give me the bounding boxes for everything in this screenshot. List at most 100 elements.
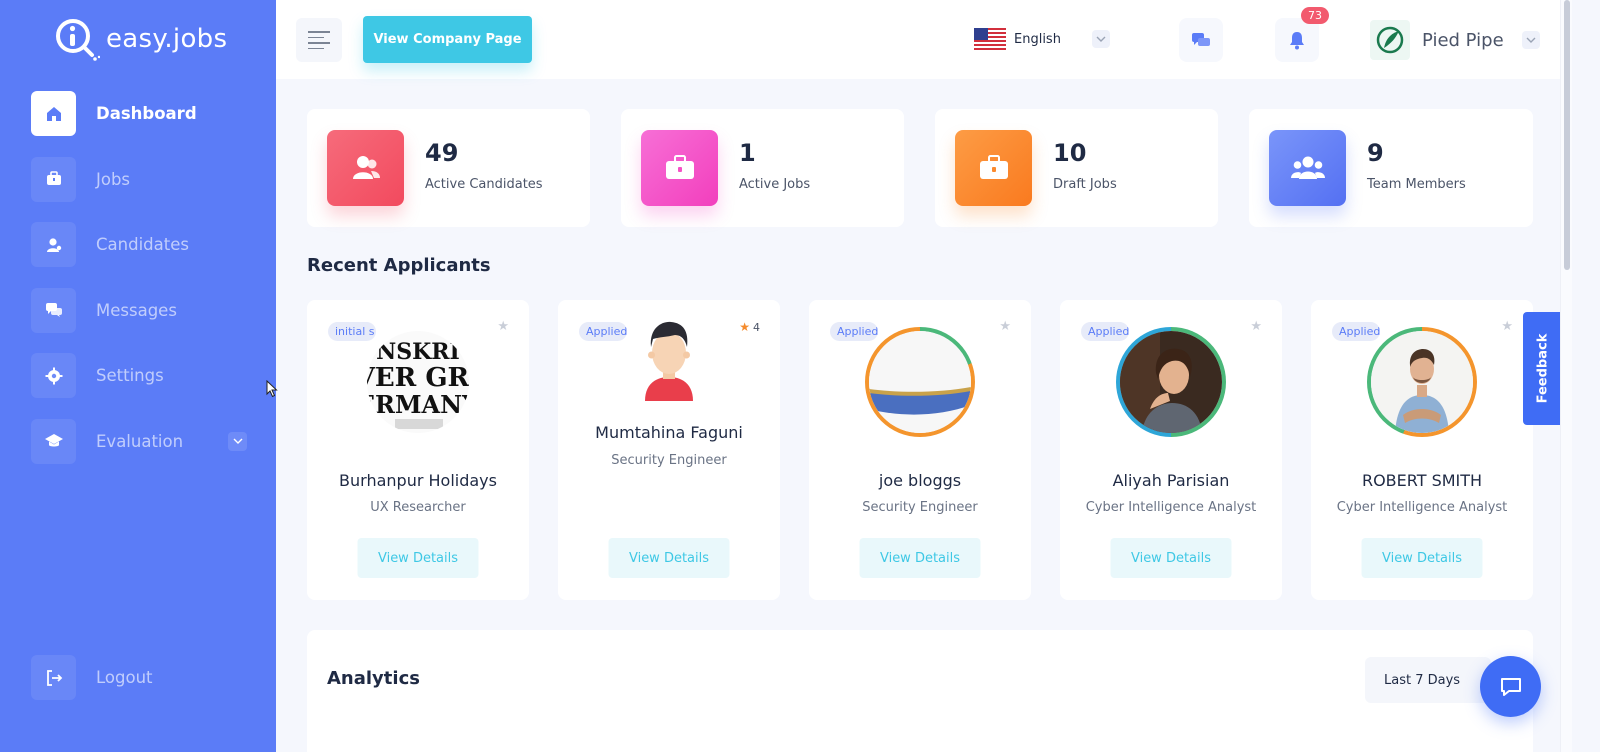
avatar	[1367, 327, 1477, 437]
top-bar: View Company Page English 73 Pied Pipe	[276, 0, 1566, 79]
applicant-card[interactable]: Applied ★ 4 Mumtahina Faguni Security Eng…	[558, 300, 780, 600]
view-details-button[interactable]: View Details	[357, 538, 479, 578]
language-select[interactable]: English	[966, 17, 1118, 61]
language-label: English	[1014, 31, 1061, 47]
us-flag-icon	[974, 28, 1006, 50]
feedback-tab[interactable]: Feedback	[1523, 312, 1562, 425]
stat-value: 10	[1053, 139, 1087, 167]
company-name: Pied Pipe	[1422, 29, 1504, 51]
period-select[interactable]: Last 7 Days	[1365, 657, 1491, 703]
graduation-cap-icon	[31, 418, 76, 464]
home-icon	[31, 91, 76, 136]
notifications-button[interactable]: 73	[1275, 7, 1329, 62]
rating: ★ 4	[739, 320, 760, 334]
briefcase-icon	[31, 156, 76, 202]
applicant-name[interactable]: Burhanpur Holidays	[307, 471, 529, 490]
star-icon: ★	[739, 320, 750, 334]
view-details-button[interactable]: View Details	[859, 538, 981, 578]
applicant-card[interactable]: Applied ★ joe bloggs Security Engineer V…	[809, 300, 1031, 600]
svg-text:NSKRI: NSKRI	[376, 339, 460, 365]
applicant-name[interactable]: Aliyah Parisian	[1060, 471, 1282, 490]
stat-card-active-jobs[interactable]: 1 Active Jobs	[621, 109, 904, 227]
feedback-label: Feedback	[1535, 333, 1551, 404]
sidebar-item-messages[interactable]: Messages	[31, 287, 247, 333]
company-logo-icon	[1370, 20, 1410, 60]
status-badge: Applied	[579, 322, 627, 341]
applicant-name[interactable]: Mumtahina Faguni	[558, 423, 780, 442]
stat-card-draft-jobs[interactable]: 10 Draft Jobs	[935, 109, 1218, 227]
avatar	[627, 314, 711, 404]
stat-label: Active Jobs	[739, 177, 811, 192]
recent-applicants-title: Recent Applicants	[307, 255, 491, 276]
logout-label: Logout	[96, 668, 153, 687]
avatar	[1116, 327, 1226, 437]
sidebar-item-label: Messages	[96, 300, 177, 320]
mouse-cursor-icon	[266, 379, 278, 402]
star-icon[interactable]: ★	[999, 319, 1011, 334]
svg-text:ERMANY: ERMANY	[367, 390, 469, 419]
brand-name: easy.jobs	[106, 24, 228, 54]
bell-icon	[1290, 32, 1304, 50]
view-company-page-button[interactable]: View Company Page	[363, 16, 532, 63]
view-details-button[interactable]: View Details	[608, 538, 730, 578]
status-badge: Applied	[1332, 322, 1380, 341]
stat-value: 9	[1367, 139, 1384, 167]
chat-bubble-icon	[1500, 677, 1521, 696]
applicant-card[interactable]: Applied ★ ROBERT SMITH Cyber Intelligenc…	[1311, 300, 1533, 600]
sidebar-item-label: Settings	[96, 366, 164, 385]
messages-button[interactable]	[1179, 18, 1223, 62]
applicant-name[interactable]: joe bloggs	[809, 471, 1031, 490]
scrollbar-thumb[interactable]	[1564, 0, 1570, 270]
sidebar-nav: Dashboard Jobs Candidates Messages Setti…	[31, 91, 247, 484]
stat-label: Draft Jobs	[1053, 177, 1117, 192]
star-icon[interactable]: ★	[1250, 319, 1262, 334]
star-icon[interactable]: ★	[497, 319, 509, 334]
applicant-role: Security Engineer	[611, 453, 727, 468]
view-details-button[interactable]: View Details	[1110, 538, 1232, 578]
star-icon[interactable]: ★	[1501, 319, 1513, 334]
applicant-name[interactable]: ROBERT SMITH	[1311, 471, 1533, 490]
svg-text:VER GRI: VER GRI	[367, 363, 469, 393]
gear-icon	[31, 353, 76, 398]
live-chat-button[interactable]	[1480, 656, 1541, 717]
avatar	[865, 327, 975, 437]
main-content: View Company Page English 73 Pied Pipe 4…	[276, 0, 1600, 752]
applicant-role: Cyber Intelligence Analyst	[1085, 500, 1257, 515]
applicant-card[interactable]: Applied ★ Aliyah Parisian Cyber Intellig…	[1060, 300, 1282, 600]
chevron-down-icon	[1092, 30, 1110, 48]
users-icon	[327, 130, 404, 206]
avatar: NSKRI VER GRI ERMANY	[363, 327, 473, 437]
chevron-down-icon[interactable]	[228, 431, 247, 451]
sidebar-item-candidates[interactable]: Candidates	[31, 222, 247, 267]
sidebar-item-label: Candidates	[96, 235, 189, 254]
applicant-card[interactable]: initial s ★ NSKRI VER GRI ERMANY Burhanp…	[307, 300, 529, 600]
logout-button[interactable]: Logout	[31, 655, 247, 700]
sidebar-item-settings[interactable]: Settings	[31, 353, 247, 398]
scrollbar[interactable]	[1560, 0, 1572, 752]
period-label: Last 7 Days	[1384, 672, 1461, 688]
status-badge: Applied	[830, 322, 878, 341]
view-details-button[interactable]: View Details	[1361, 538, 1483, 578]
company-switcher[interactable]: Pied Pipe	[1370, 18, 1540, 62]
stat-card-active-candidates[interactable]: 49 Active Candidates	[307, 109, 590, 227]
logout-icon	[31, 655, 76, 700]
stat-label: Active Candidates	[425, 177, 543, 192]
analytics-panel	[307, 630, 1533, 752]
stat-value: 1	[739, 139, 756, 167]
stat-card-team-members[interactable]: 9 Team Members	[1249, 109, 1533, 227]
menu-toggle-button[interactable]	[296, 18, 342, 62]
stat-value: 49	[425, 139, 459, 167]
applicant-role: Cyber Intelligence Analyst	[1336, 500, 1508, 515]
chat-icon	[31, 287, 76, 333]
sidebar-item-dashboard[interactable]: Dashboard	[31, 91, 247, 136]
sidebar-item-label: Evaluation	[96, 431, 184, 451]
sidebar-item-jobs[interactable]: Jobs	[31, 156, 247, 202]
sidebar-item-evaluation[interactable]: Evaluation	[31, 418, 247, 464]
logo-mark-icon	[54, 16, 101, 62]
status-badge: initial s	[328, 322, 376, 341]
applicant-role: UX Researcher	[370, 500, 466, 515]
brand-logo[interactable]: easy.jobs	[54, 16, 227, 62]
status-badge: Applied	[1081, 322, 1129, 341]
stat-label: Team Members	[1367, 177, 1466, 192]
analytics-title: Analytics	[327, 668, 420, 689]
